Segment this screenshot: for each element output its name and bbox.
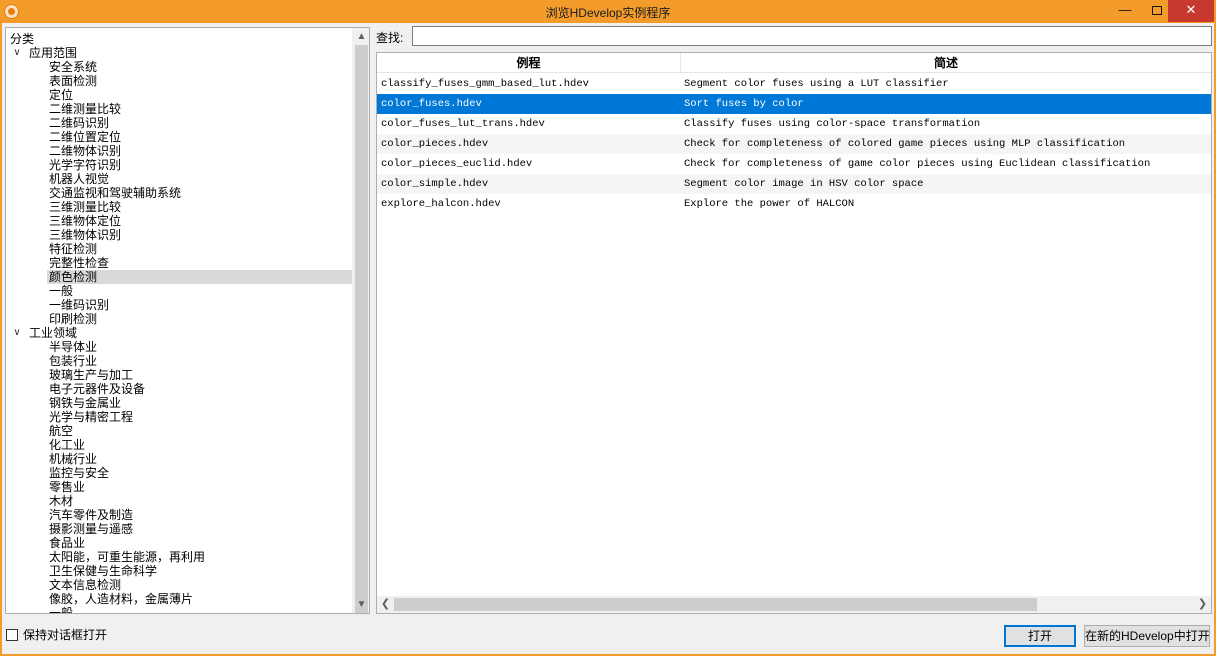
chevron-down-icon[interactable]: ∨ [12, 46, 22, 60]
tree-item[interactable]: 文本信息检测 [47, 578, 353, 592]
tree-item[interactable]: 二维测量比较 [47, 102, 353, 116]
example-file-cell: explore_halcon.hdev [381, 198, 501, 210]
tree-item[interactable]: 二维码识别 [47, 116, 353, 130]
tree-item[interactable]: 三维测量比较 [47, 200, 353, 214]
tree-item[interactable]: 半导体业 [47, 340, 353, 354]
tree-item[interactable]: 木材 [47, 494, 353, 508]
tree-item[interactable]: 机械行业 [47, 452, 353, 466]
example-description-cell: Classify fuses using color-space transfo… [684, 118, 981, 130]
table-header: 例程 简述 [377, 53, 1211, 73]
tree-item[interactable]: 一般 [47, 284, 353, 298]
example-file-cell: color_simple.hdev [381, 178, 489, 190]
tree-vertical-scrollbar[interactable]: ▲ ▼ [352, 28, 369, 613]
scroll-right-icon[interactable]: ❯ [1194, 596, 1211, 613]
tree-item[interactable]: 一维码识别 [47, 298, 353, 312]
tree-item[interactable]: 零售业 [47, 480, 353, 494]
tree-item[interactable]: 二维位置定位 [47, 130, 353, 144]
minimize-button[interactable]: — [1110, 0, 1140, 22]
tree-group-label: 工业领域 [29, 326, 78, 340]
scroll-down-icon[interactable]: ▼ [353, 596, 369, 613]
open-in-new-hdevelop-button[interactable]: 在新的HDevelop中打开 [1084, 625, 1210, 647]
table-row[interactable]: color_pieces_euclid.hdev Check for comple… [377, 154, 1211, 174]
example-description-cell: Segment color image in HSV color space [684, 178, 924, 190]
example-file-cell: color_pieces_euclid.hdev [381, 158, 533, 170]
tree-item[interactable]: 二维物体识别 [47, 144, 353, 158]
example-description-cell: Sort fuses by color [684, 98, 804, 110]
tree-item[interactable]: 包装行业 [47, 354, 353, 368]
category-tree: 分类 ∨ 应用范围 安全系统 表面检测 定位 二维测量比较 二维码识别 二维位置定位 二维物体识… [5, 27, 370, 614]
tree-item[interactable]: 定位 [47, 88, 353, 102]
window-frame-left [0, 23, 2, 656]
scroll-left-icon[interactable]: ❮ [377, 596, 394, 613]
search-input[interactable] [412, 26, 1212, 46]
tree-item[interactable]: 太阳能，可重生能源，再利用 [47, 550, 353, 564]
example-description-cell: Explore the power of HALCON [684, 198, 855, 210]
tree-item[interactable]: 特征检测 [47, 242, 353, 256]
open-button[interactable]: 打开 [1004, 625, 1076, 647]
chevron-down-icon[interactable]: ∨ [12, 326, 22, 340]
tree-group-label: 应用范围 [29, 46, 78, 60]
tree-item[interactable]: 三维物体定位 [47, 214, 353, 228]
tree-item[interactable]: 食品业 [47, 536, 353, 550]
tree-item[interactable]: 钢铁与金属业 [47, 396, 353, 410]
example-description-cell: Segment color fuses using a LUT classifi… [684, 78, 949, 90]
example-file-cell: color_pieces.hdev [381, 138, 489, 150]
keep-open-checkbox[interactable] [6, 628, 18, 641]
tree-item[interactable]: 光学字符识别 [47, 158, 353, 172]
tree-item[interactable]: 完整性检查 [47, 256, 353, 270]
tree-item[interactable]: 玻璃生产与加工 [47, 368, 353, 382]
example-file-cell: classify_fuses_gmm_based_lut.hdev [381, 78, 589, 90]
maximize-icon [1152, 6, 1162, 15]
table-row[interactable]: classify_fuses_gmm_based_lut.hdev Segment… [377, 74, 1211, 94]
tree-item[interactable]: 一般 [47, 606, 353, 613]
table-row[interactable]: explore_halcon.hdev Explore the power of … [377, 194, 1211, 214]
window-title: 浏览HDevelop实例程序 [545, 6, 671, 20]
column-header-description[interactable]: 简述 [681, 53, 1211, 73]
tree-item[interactable]: 化工业 [47, 438, 353, 452]
table-row[interactable]: color_fuses_lut_trans.hdev Classify fuses… [377, 114, 1211, 134]
close-button[interactable]: ✕ [1168, 0, 1214, 22]
table-row[interactable]: color_simple.hdev Segment color image in … [377, 174, 1211, 194]
tree-item[interactable]: 电子元器件及设备 [47, 382, 353, 396]
tree-item[interactable]: 安全系统 [47, 60, 353, 74]
keep-open-label: 保持对话框打开 [23, 628, 108, 642]
keep-open-option[interactable]: 保持对话框打开 [6, 628, 107, 642]
scroll-up-icon[interactable]: ▲ [353, 28, 369, 45]
example-file-cell: color_fuses_lut_trans.hdev [381, 118, 545, 130]
tree-item[interactable]: 交通监视和驾驶辅助系统 [47, 186, 353, 200]
tree-item[interactable]: 三维物体识别 [47, 228, 353, 242]
search-label: 查找: [376, 31, 404, 45]
tree-item[interactable]: 监控与安全 [47, 466, 353, 480]
tree-group[interactable]: ∨ 工业领域 [6, 326, 352, 340]
tree-item[interactable]: 印刷检测 [47, 312, 353, 326]
table-row[interactable]: color_pieces.hdev Check for completeness … [377, 134, 1211, 154]
tree-item[interactable]: 航空 [47, 424, 353, 438]
example-description-cell: Check for completeness of game color pie… [684, 158, 1151, 170]
example-file-cell: color_fuses.hdev [381, 98, 482, 110]
tree-group[interactable]: ∨ 应用范围 [6, 46, 352, 60]
tree-header: 分类 [10, 32, 35, 46]
table-horizontal-scrollbar[interactable]: ❮ ❯ [377, 596, 1211, 613]
table-scroll-thumb[interactable] [394, 598, 1037, 611]
title-bar: 浏览HDevelop实例程序 — ✕ [0, 0, 1216, 23]
tree-item[interactable]: 卫生保健与生命科学 [47, 564, 353, 578]
tree-item[interactable]: 机器人视觉 [47, 172, 353, 186]
tree-item[interactable]: 像胶，人造材料，金属薄片 [47, 592, 353, 606]
tree-item[interactable]: 光学与精密工程 [47, 410, 353, 424]
tree-item[interactable]: 摄影测量与遥感 [47, 522, 353, 536]
tree-item[interactable]: 汽车零件及制造 [47, 508, 353, 522]
column-header-example[interactable]: 例程 [377, 53, 681, 73]
tree-scroll-thumb[interactable] [355, 45, 368, 613]
example-description-cell: Check for completeness of colored game p… [684, 138, 1126, 150]
tree-item[interactable]: 表面检测 [47, 74, 353, 88]
examples-table: 例程 简述 classify_fuses_gmm_based_lut.hdev S… [376, 52, 1212, 614]
table-row[interactable]: color_fuses.hdev Sort fuses by color [377, 94, 1211, 114]
tree-item[interactable]: 颜色检测 [47, 270, 353, 284]
